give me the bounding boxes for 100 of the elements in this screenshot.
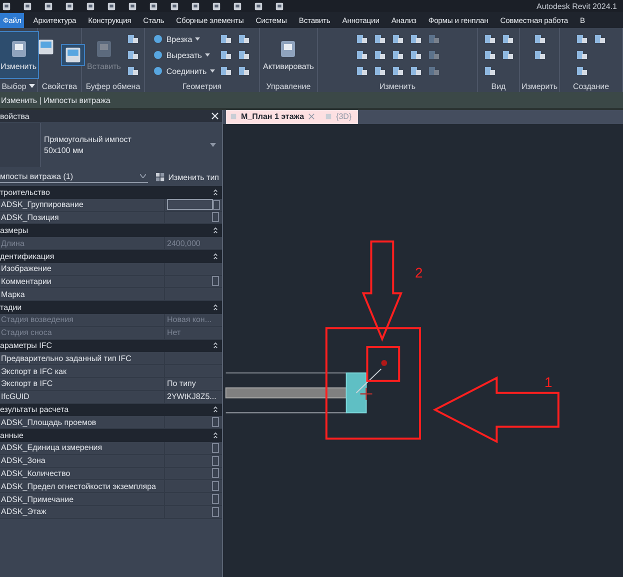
caret-icon: [204, 53, 210, 57]
leader-line: [356, 368, 382, 394]
panel-title: войства: [0, 112, 30, 120]
tool-icon: [238, 32, 250, 44]
parameter-button[interactable]: [212, 417, 219, 428]
caret-icon[interactable]: [29, 84, 36, 88]
toolbar-icon[interactable]: [44, 2, 53, 10]
panel-label: Выбор: [2, 82, 26, 90]
toolbar-icon[interactable]: [191, 2, 200, 10]
group-header[interactable]: анные: [0, 429, 222, 442]
collapse-icon[interactable]: [213, 342, 218, 350]
property-name: Стадия сноса: [0, 328, 53, 338]
property-name: ADSK_Позиция: [0, 212, 60, 222]
tool-icon: [534, 48, 546, 60]
mullion-drawing: [346, 372, 367, 414]
tool-icon: [220, 32, 232, 44]
tool-button[interactable]: Врезка: [152, 31, 216, 47]
property-value: 2YWtKJ8Z5...: [167, 392, 216, 402]
collapse-icon[interactable]: [213, 227, 218, 234]
tool-icon: [428, 64, 440, 76]
property-name: Экспорт в IFC как: [0, 366, 68, 376]
point-marker: [381, 360, 388, 366]
tool-button[interactable]: Изменить: [0, 31, 39, 79]
parameter-button[interactable]: [212, 276, 219, 286]
parameter-button[interactable]: [212, 456, 219, 466]
property-name: Длина: [0, 238, 26, 248]
toolbar-icon[interactable]: [128, 2, 137, 10]
caret-icon: [195, 37, 200, 41]
panel-label: Управление: [266, 82, 311, 90]
tool-icon: [220, 48, 232, 60]
group-header[interactable]: троительство: [0, 186, 222, 199]
toolbar-icon[interactable]: [233, 2, 242, 10]
tool-icon: [392, 48, 404, 60]
panel-label: Создание: [572, 82, 610, 90]
tool-button[interactable]: [61, 44, 85, 66]
tool-icon: [127, 64, 140, 76]
parameter-button[interactable]: [212, 481, 219, 492]
type-size: 50x100 мм: [44, 146, 84, 155]
toolbar-icon[interactable]: [86, 2, 95, 10]
group-header[interactable]: дентификация: [0, 250, 222, 263]
type-name: Прямоугольный импост: [44, 135, 132, 144]
panel-label: Вид: [491, 82, 506, 90]
toolbar-icon[interactable]: [107, 2, 116, 10]
toolbar-icon[interactable]: [65, 2, 74, 10]
app-title: Autodesk Revit 2024.1: [536, 2, 617, 10]
parameter-button[interactable]: [213, 200, 220, 210]
toolbar-icon[interactable]: [149, 2, 158, 10]
panel-label: Буфер обмена: [86, 82, 140, 90]
property-name: ADSK_Площадь проемов: [0, 418, 98, 427]
property-name: Стадия возведения: [0, 315, 74, 324]
group-header[interactable]: езультаты расчета: [0, 404, 222, 416]
property-name: ADSK_Примечание: [0, 494, 75, 504]
view-icon: [325, 113, 332, 120]
parameter-button[interactable]: [212, 468, 219, 478]
view-tab[interactable]: М_План 1 этажа: [226, 110, 322, 124]
tool-button[interactable]: Соединить: [152, 63, 216, 79]
tool-icon: [238, 48, 250, 60]
tool-icon: [127, 48, 140, 60]
circle-icon: [153, 50, 164, 60]
annotation-label: 1: [544, 374, 552, 390]
edit-type-button[interactable]: Изменить тип: [156, 172, 219, 182]
parameter-button[interactable]: [212, 494, 219, 504]
context-label: Изменить | Импосты витража: [1, 96, 110, 104]
toolbar-icon[interactable]: [2, 2, 11, 10]
tool-icon: [356, 64, 368, 76]
property-value: Новая кон...: [167, 315, 212, 324]
instance-dropdown[interactable]: мпосты витража (1): [0, 172, 148, 182]
property-name: ADSK_Зона: [0, 456, 46, 466]
toolbar-icon[interactable]: [275, 2, 284, 10]
value-field[interactable]: [167, 199, 213, 210]
property-name: Предварительно заданный тип IFC: [0, 354, 132, 363]
panel-label: Геометрия: [182, 82, 222, 90]
collapse-icon[interactable]: [213, 432, 218, 440]
parameter-button[interactable]: [212, 506, 219, 517]
tool-icon: [127, 32, 140, 44]
tool-icon: [356, 32, 368, 44]
parameter-button[interactable]: [212, 212, 219, 222]
group-header[interactable]: азмеры: [0, 224, 222, 238]
tool-icon: [374, 32, 386, 44]
tool-icon: [220, 64, 232, 76]
toolbar-icon[interactable]: [212, 2, 221, 10]
group-header[interactable]: тадии: [0, 301, 222, 314]
type-selector[interactable]: Прямоугольный импост 50x100 мм: [0, 122, 222, 168]
caret-icon: [140, 174, 146, 178]
collapse-icon[interactable]: [213, 406, 218, 414]
view-icon: [230, 113, 237, 120]
collapse-icon[interactable]: [213, 252, 218, 260]
tool-icon: [374, 48, 386, 60]
tool-icon: [428, 32, 440, 44]
circle-icon: [153, 66, 164, 76]
window-icon: [37, 38, 55, 56]
tool-button[interactable]: Вырезать: [152, 47, 216, 63]
collapse-icon[interactable]: [213, 304, 218, 312]
tool-button[interactable]: Активировать: [261, 31, 316, 79]
group-header[interactable]: араметры IFC: [0, 340, 222, 352]
toolbar-icon[interactable]: [170, 2, 179, 10]
property-name: ADSK_Этаж: [0, 507, 48, 516]
toolbar-icon[interactable]: [23, 2, 32, 10]
toolbar-icon[interactable]: [254, 2, 263, 10]
collapse-icon[interactable]: [213, 188, 218, 196]
